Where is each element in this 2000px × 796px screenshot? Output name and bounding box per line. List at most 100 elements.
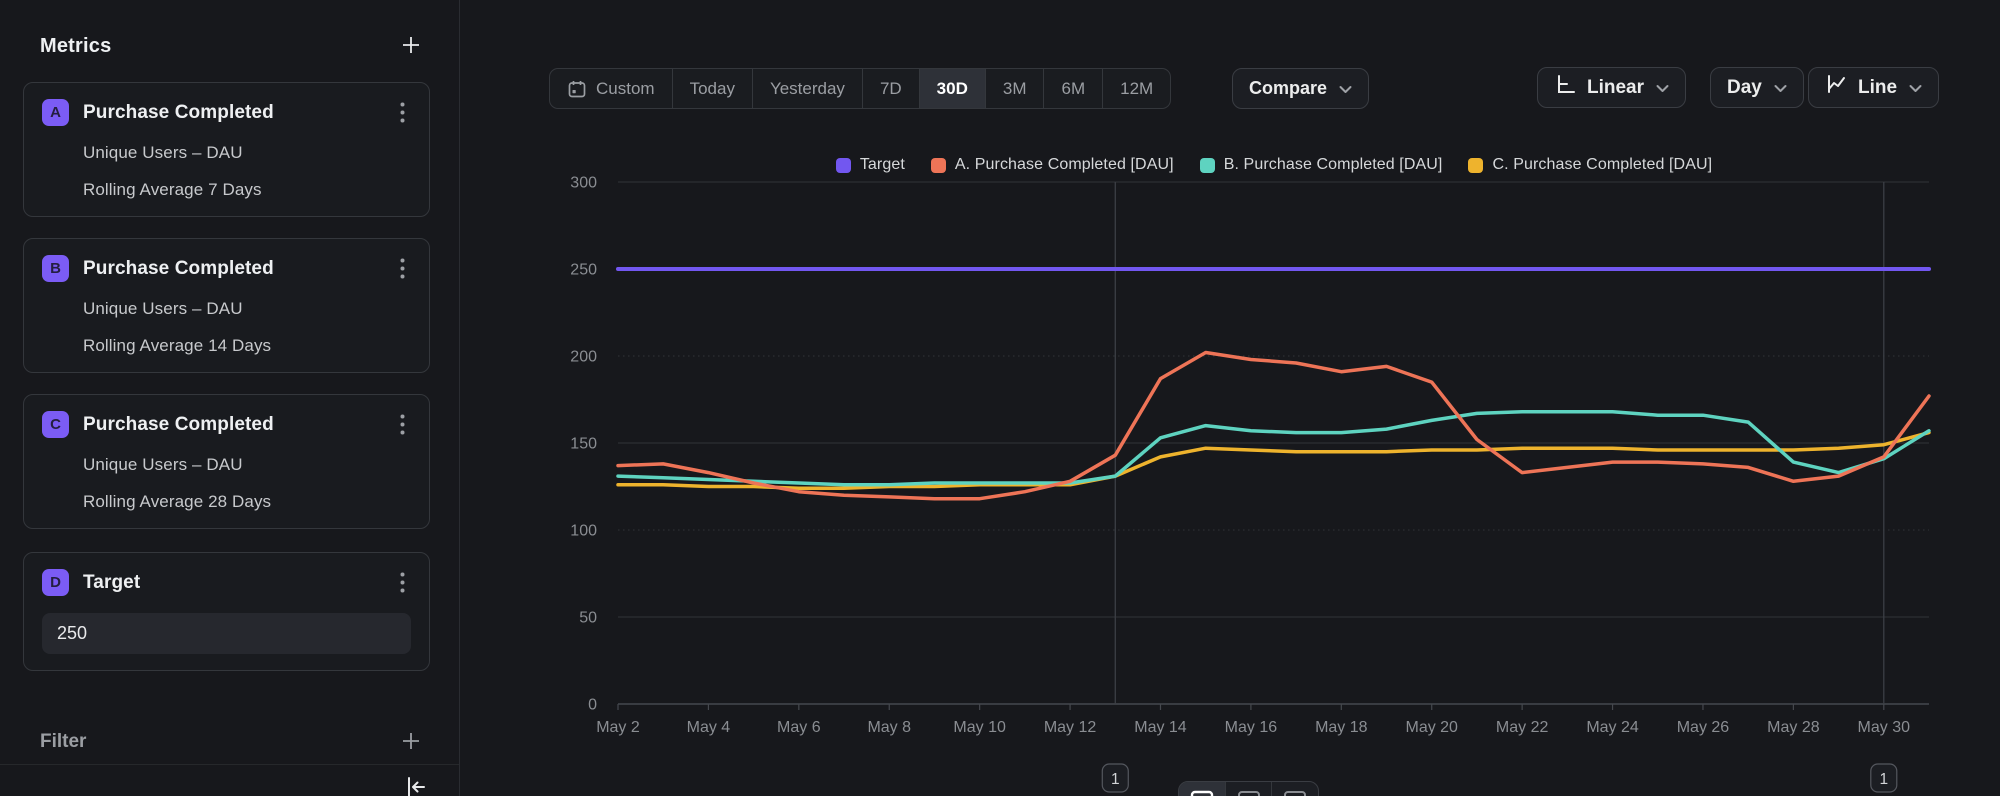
annotation-badge-label: 1 [1879, 771, 1888, 788]
metric-card-b: B Purchase Completed Unique Users – DAU … [23, 238, 430, 373]
metric-card-a: A Purchase Completed Unique Users – DAU … [23, 82, 430, 217]
metric-badge-d: D [42, 569, 69, 596]
target-card: D Target [23, 552, 430, 671]
target-value-input[interactable] [42, 613, 411, 654]
metric-card-header: A Purchase Completed [42, 99, 411, 126]
time-range-label: 3M [1003, 79, 1027, 99]
time-range-6m[interactable]: 6M [1043, 69, 1102, 108]
metric-rolling-average[interactable]: Rolling Average 14 Days [83, 336, 411, 356]
x-axis-label: May 24 [1586, 719, 1639, 736]
metric-card-c: C Purchase Completed Unique Users – DAU … [23, 394, 430, 529]
time-range-label: 6M [1061, 79, 1085, 99]
x-axis-label: May 10 [953, 719, 1006, 736]
add-filter-button[interactable] [399, 729, 423, 756]
collapse-panel-icon [403, 774, 429, 796]
time-range-label: Yesterday [770, 79, 845, 99]
y-axis-label: 150 [570, 436, 597, 453]
x-axis-label: May 20 [1405, 719, 1458, 736]
y-axis-label: 0 [588, 697, 597, 714]
filter-title: Filter [40, 731, 86, 753]
metrics-dashboard: Metrics A Purchase Completed Unique User… [0, 0, 2000, 796]
metric-rolling-average[interactable]: Rolling Average 28 Days [83, 492, 411, 512]
y-axis-label: 250 [570, 262, 597, 279]
scale-label: Linear [1587, 77, 1644, 99]
metric-measure[interactable]: Unique Users – DAU [83, 455, 411, 475]
chart-view-option-chart[interactable] [1179, 782, 1225, 796]
x-axis-label: May 26 [1677, 719, 1730, 736]
compare-button[interactable]: Compare [1232, 68, 1369, 109]
chart-view-icon [1189, 789, 1215, 796]
x-axis-label: May 28 [1767, 719, 1820, 736]
metric-title: Purchase Completed [83, 414, 379, 436]
x-axis-label: May 30 [1858, 719, 1911, 736]
time-range-label: Today [690, 79, 735, 99]
x-axis-label: May 8 [867, 719, 911, 736]
time-range-30d[interactable]: 30D [919, 69, 985, 108]
time-range-custom[interactable]: Custom [550, 69, 672, 108]
linear-scale-icon [1554, 73, 1577, 102]
x-axis-label: May 16 [1225, 719, 1278, 736]
x-axis-label: May 14 [1134, 719, 1187, 736]
plus-icon [399, 33, 423, 60]
time-range-yesterday[interactable]: Yesterday [752, 69, 862, 108]
annotation-badge-label: 1 [1111, 771, 1120, 788]
collapse-sidebar-button[interactable] [403, 774, 429, 796]
x-axis-label: May 2 [596, 719, 640, 736]
series-line-a[interactable] [618, 353, 1929, 499]
time-range-7d[interactable]: 7D [862, 69, 919, 108]
time-range-12m[interactable]: 12M [1102, 69, 1170, 108]
chart-view-option-split[interactable] [1271, 782, 1318, 796]
metric-rolling-average[interactable]: Rolling Average 7 Days [83, 180, 411, 200]
x-axis-label: May 18 [1315, 719, 1368, 736]
time-range-today[interactable]: Today [672, 69, 752, 108]
y-axis-label: 300 [570, 175, 597, 192]
metric-badge-c: C [42, 411, 69, 438]
split-view-icon [1282, 789, 1308, 796]
chart-type-selector-button[interactable]: Line [1808, 67, 1939, 108]
time-range-label: 7D [880, 79, 902, 99]
x-axis-label: May 22 [1496, 719, 1549, 736]
y-axis-label: 100 [570, 523, 597, 540]
chart-view-toggle [1178, 781, 1319, 796]
chart-type-label: Line [1858, 77, 1897, 99]
y-axis-label: 50 [579, 610, 597, 627]
x-axis-label: May 12 [1044, 719, 1097, 736]
kebab-menu-icon[interactable] [393, 102, 411, 124]
metric-card-header: D Target [42, 569, 411, 596]
interval-selector-button[interactable]: Day [1710, 67, 1804, 108]
metrics-title: Metrics [40, 35, 111, 58]
kebab-menu-icon[interactable] [393, 258, 411, 280]
x-axis-label: May 6 [777, 719, 821, 736]
interval-label: Day [1727, 77, 1762, 99]
add-metric-button[interactable] [399, 33, 423, 60]
kebab-menu-icon[interactable] [393, 572, 411, 594]
time-range-label: 12M [1120, 79, 1153, 99]
kebab-menu-icon[interactable] [393, 414, 411, 436]
time-range-3m[interactable]: 3M [985, 69, 1044, 108]
x-axis-label: May 4 [687, 719, 731, 736]
compare-label: Compare [1249, 78, 1327, 99]
metric-card-header: B Purchase Completed [42, 255, 411, 282]
chevron-down-icon [1656, 77, 1669, 99]
filter-section: Filter [40, 726, 423, 758]
chevron-down-icon [1339, 78, 1352, 100]
calendar-icon [567, 79, 587, 99]
metric-badge-a: A [42, 99, 69, 126]
line-chart-icon [1825, 73, 1848, 102]
time-range-label: Custom [596, 79, 655, 99]
metric-title: Purchase Completed [83, 102, 379, 124]
metric-measure[interactable]: Unique Users – DAU [83, 299, 411, 319]
y-axis-label: 200 [570, 349, 597, 366]
metrics-sidebar: Metrics A Purchase Completed Unique User… [0, 0, 460, 796]
chevron-down-icon [1774, 77, 1787, 99]
time-range-label: 30D [937, 79, 968, 99]
scale-selector-button[interactable]: Linear [1537, 67, 1686, 108]
metric-title: Purchase Completed [83, 258, 379, 280]
chart-view-option-table[interactable] [1225, 782, 1272, 796]
plus-icon [399, 729, 423, 756]
metric-badge-b: B [42, 255, 69, 282]
metric-measure[interactable]: Unique Users – DAU [83, 143, 411, 163]
series-line-c[interactable] [618, 433, 1929, 489]
metrics-header: Metrics [40, 30, 423, 62]
line-chart[interactable]: 0 50 100 150 200 250 300 May 2 May 4 May 6 May 8 Ma… [460, 130, 2000, 796]
